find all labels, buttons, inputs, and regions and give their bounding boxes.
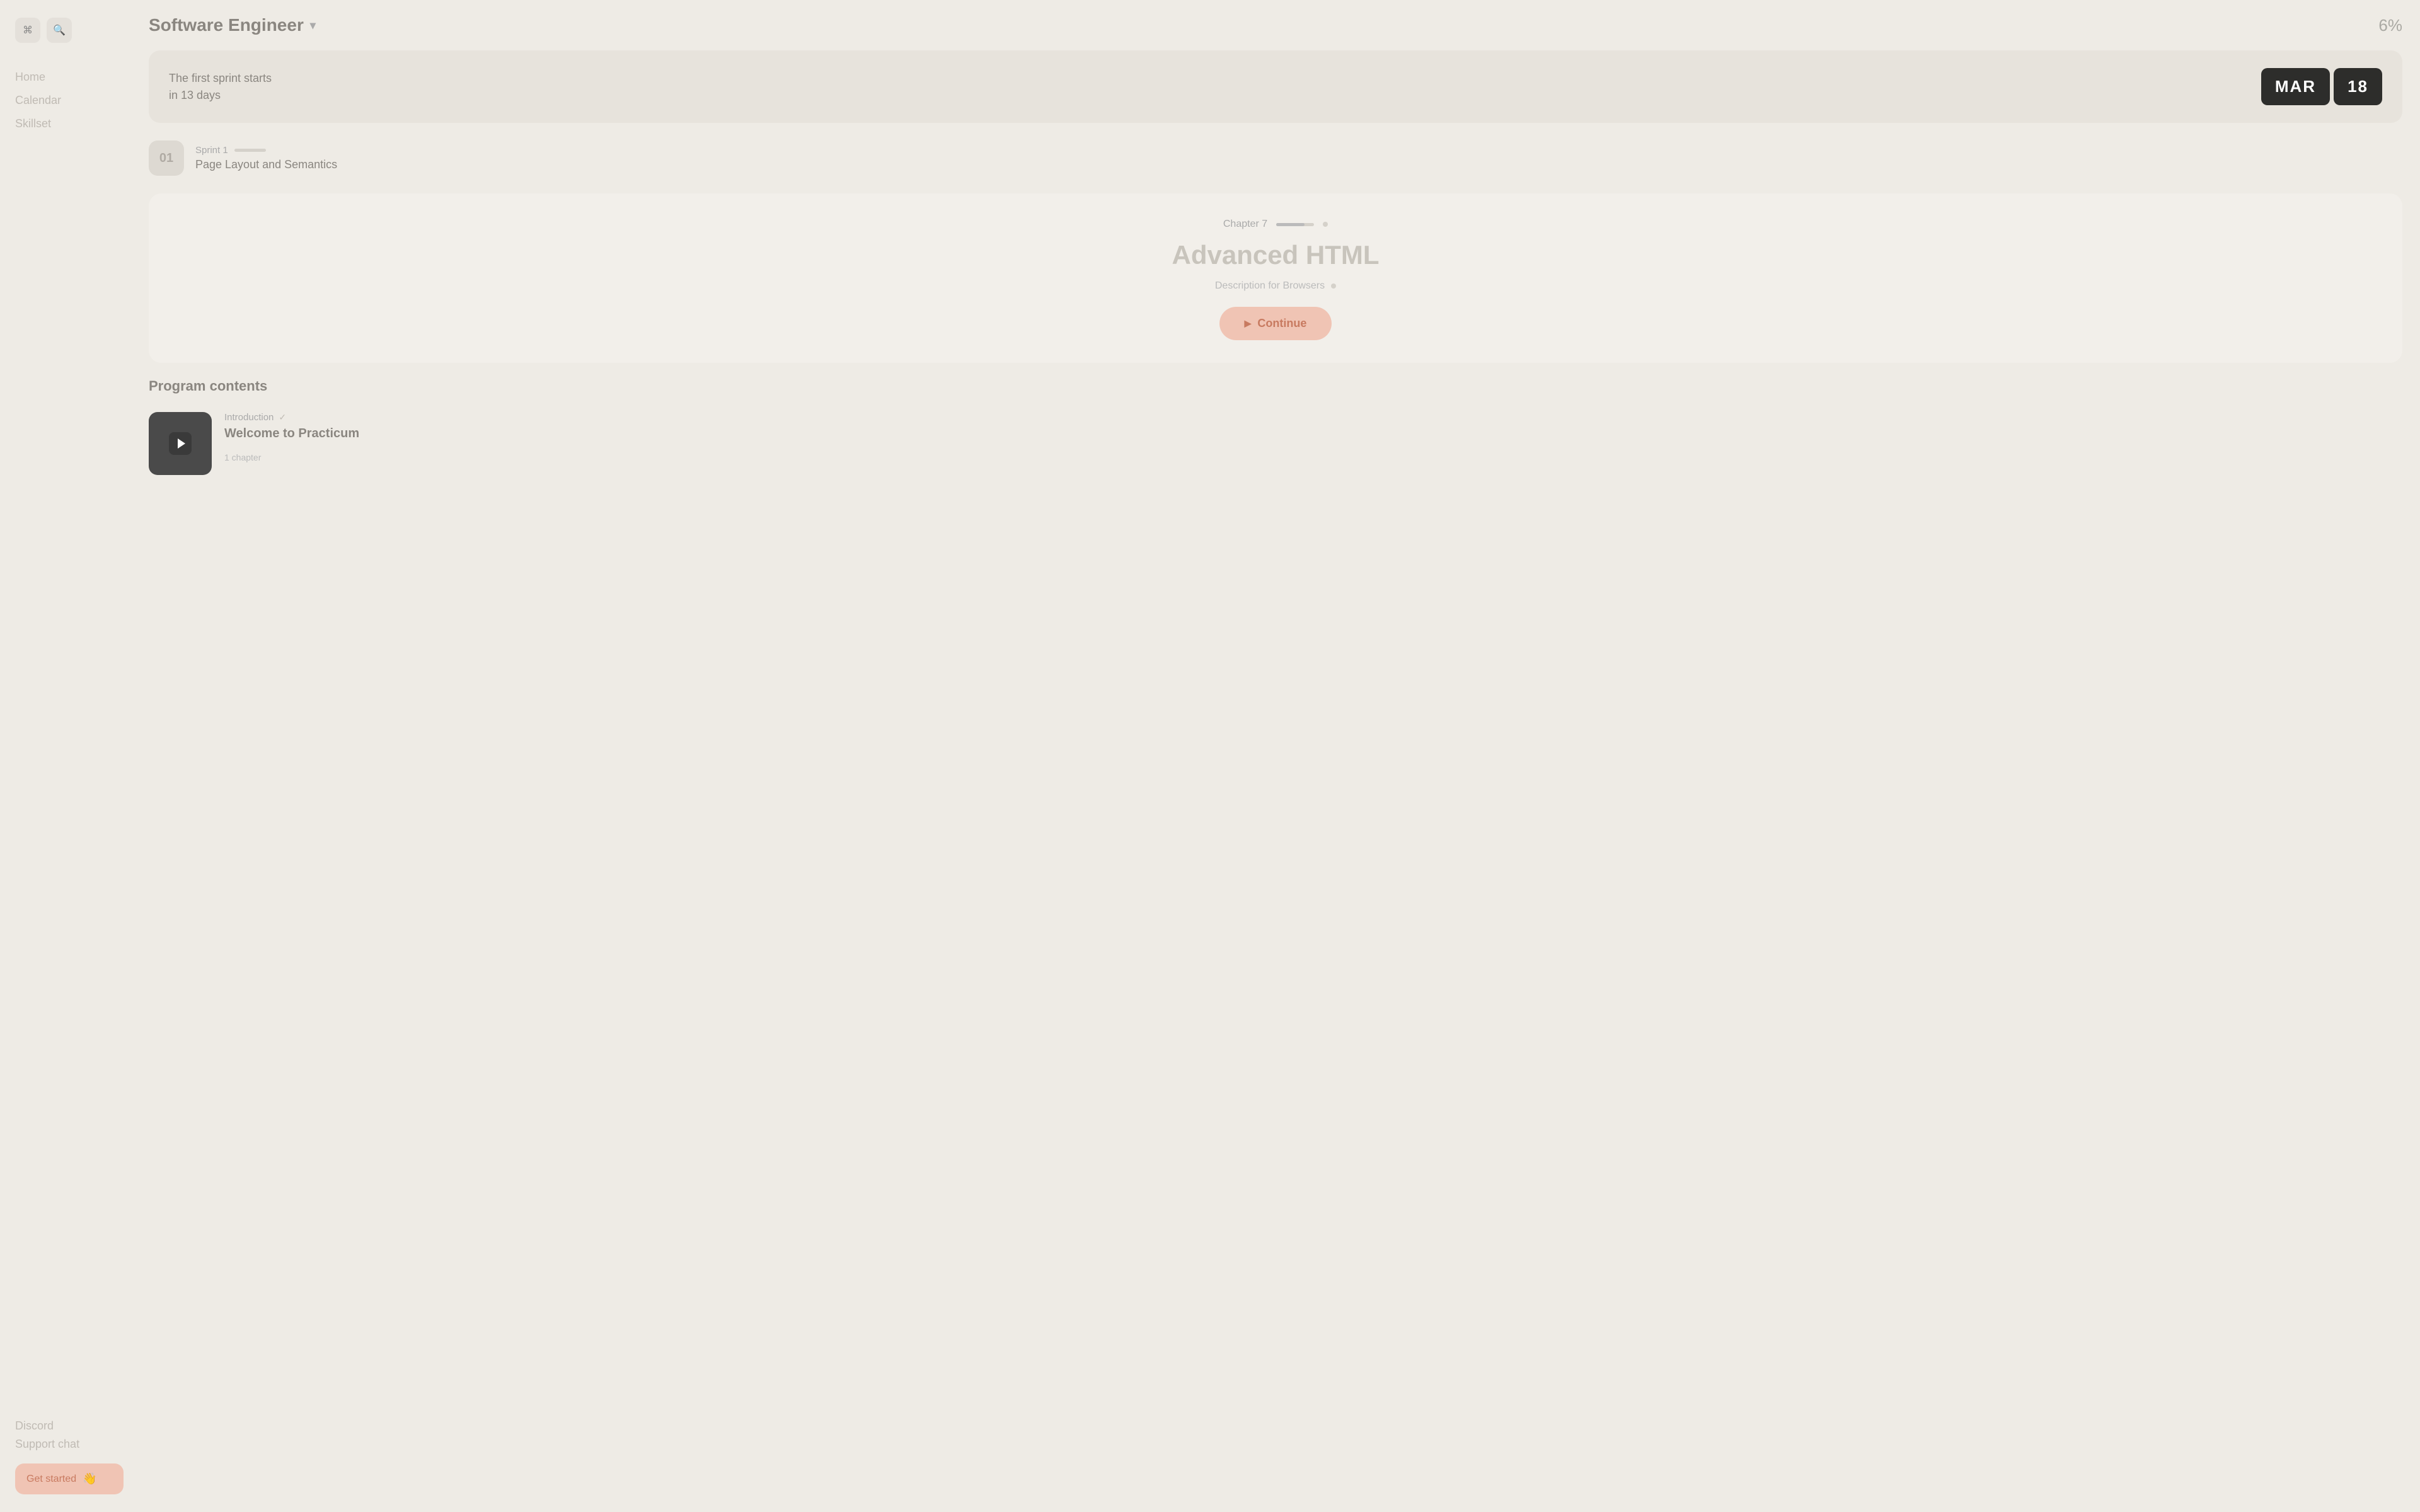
content-intro-row: Introduction ✓ bbox=[224, 412, 2402, 423]
sprint-label-row: Sprint 1 bbox=[195, 145, 337, 156]
progress-percentage: 6% bbox=[2378, 16, 2402, 35]
sidebar-bottom: Discord Support chat Get started 👋 bbox=[15, 1407, 124, 1494]
chapter-title: Advanced HTML bbox=[1172, 240, 1379, 270]
search-button[interactable]: 🔍 bbox=[47, 18, 72, 43]
sidebar-item-skillset[interactable]: Skillset bbox=[15, 115, 124, 133]
sidebar-item-discord[interactable]: Discord bbox=[15, 1419, 124, 1433]
sprint-banner-text: The first sprint starts in 13 days bbox=[169, 70, 272, 104]
continue-label: Continue bbox=[1257, 317, 1306, 330]
date-badges: MAR 18 bbox=[2261, 68, 2382, 105]
content-intro-label: Introduction bbox=[224, 412, 274, 423]
continue-button[interactable]: ▶ Continue bbox=[1219, 307, 1332, 340]
page-header: Software Engineer ▾ 6% bbox=[149, 15, 2402, 35]
sprint-info: Sprint 1 Page Layout and Semantics bbox=[195, 145, 337, 171]
sidebar-item-calendar[interactable]: Calendar bbox=[15, 91, 124, 110]
chapter-progress-dot bbox=[1323, 222, 1328, 227]
menu-icon: ⌘ bbox=[23, 24, 33, 37]
content-info: Introduction ✓ Welcome to Practicum 1 ch… bbox=[224, 412, 2402, 462]
get-started-label: Get started bbox=[26, 1474, 76, 1485]
search-icon: 🔍 bbox=[53, 24, 66, 37]
sprint-text-line2: in 13 days bbox=[169, 87, 272, 104]
get-started-button[interactable]: Get started 👋 bbox=[15, 1463, 124, 1494]
content-thumbnail[interactable] bbox=[149, 412, 212, 475]
menu-button[interactable]: ⌘ bbox=[15, 18, 40, 43]
day-badge: 18 bbox=[2334, 68, 2382, 105]
thumbnail-play-button[interactable] bbox=[169, 432, 192, 455]
course-title: Software Engineer bbox=[149, 15, 304, 35]
sprint-banner: The first sprint starts in 13 days MAR 1… bbox=[149, 50, 2402, 123]
chevron-down-icon[interactable]: ▾ bbox=[310, 19, 316, 32]
play-icon: ▶ bbox=[1245, 318, 1252, 329]
play-triangle-icon bbox=[178, 438, 185, 449]
main-content: Software Engineer ▾ 6% The first sprint … bbox=[139, 0, 2420, 1512]
sprint-title: Page Layout and Semantics bbox=[195, 158, 337, 171]
course-title-container: Software Engineer ▾ bbox=[149, 15, 316, 35]
wave-icon: 👋 bbox=[83, 1472, 96, 1486]
sprint-label: Sprint 1 bbox=[195, 145, 228, 156]
sidebar-item-home[interactable]: Home bbox=[15, 68, 124, 86]
sprint-text-line1: The first sprint starts bbox=[169, 70, 272, 87]
chapter-subtitle-text: Description for Browsers bbox=[1215, 280, 1325, 292]
main-nav: Home Calendar Skillset bbox=[15, 68, 124, 1407]
content-item: Introduction ✓ Welcome to Practicum 1 ch… bbox=[149, 407, 2402, 480]
chapter-progress-bar bbox=[1276, 223, 1314, 226]
chapter-subtitle: Description for Browsers bbox=[1215, 280, 1336, 292]
chapter-label-row: Chapter 7 bbox=[1223, 219, 1328, 230]
content-name: Welcome to Practicum bbox=[224, 427, 2402, 441]
chapter-label: Chapter 7 bbox=[1223, 219, 1267, 230]
program-contents-title: Program contents bbox=[149, 378, 2402, 394]
chapter-progress-fill bbox=[1276, 223, 1305, 226]
sidebar: ⌘ 🔍 Home Calendar Skillset Discord Suppo… bbox=[0, 0, 139, 1512]
sprint-number-icon: 01 bbox=[149, 140, 184, 176]
sprint-row: 01 Sprint 1 Page Layout and Semantics bbox=[149, 135, 2402, 181]
month-badge: MAR bbox=[2261, 68, 2330, 105]
subtitle-dot bbox=[1331, 284, 1336, 289]
chapter-card: Chapter 7 Advanced HTML Description for … bbox=[149, 193, 2402, 363]
sprint-progress-bar bbox=[234, 149, 266, 152]
sidebar-top: ⌘ 🔍 bbox=[15, 18, 124, 43]
content-chapters: 1 chapter bbox=[224, 452, 2402, 462]
check-icon: ✓ bbox=[279, 412, 286, 423]
sidebar-item-support-chat[interactable]: Support chat bbox=[15, 1438, 124, 1451]
